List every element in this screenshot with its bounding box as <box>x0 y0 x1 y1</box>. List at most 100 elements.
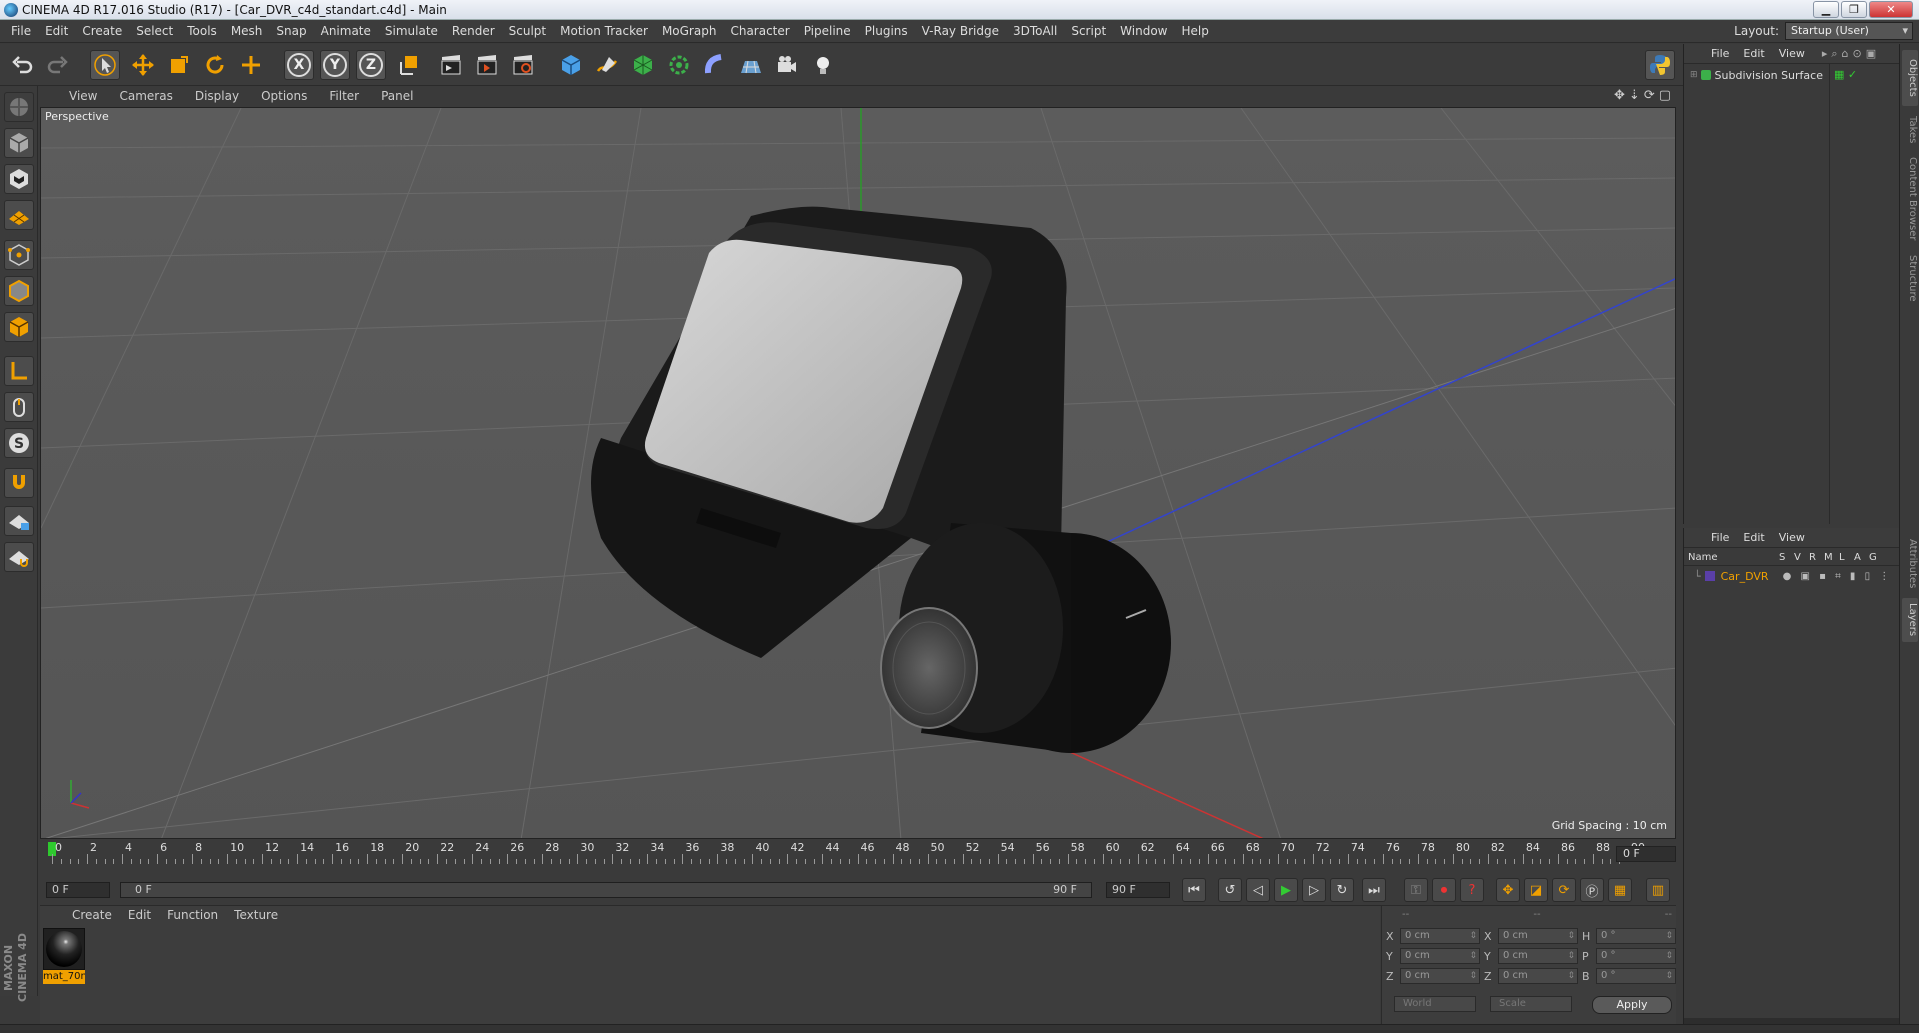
model-mode-button[interactable] <box>4 128 34 158</box>
cube-object-button[interactable] <box>556 50 586 80</box>
close-button[interactable]: ✕ <box>1869 1 1913 18</box>
tab-content-browser[interactable]: Content Browser <box>1902 154 1918 244</box>
material-thumbnail[interactable] <box>43 928 85 970</box>
tab-attributes[interactable]: Attributes <box>1902 534 1918 594</box>
enable-axis-button[interactable] <box>4 356 34 386</box>
object-name[interactable]: Subdivision Surface <box>1715 69 1823 82</box>
python-button[interactable] <box>1645 50 1675 80</box>
light-object-button[interactable] <box>808 50 838 80</box>
texture-mode-button[interactable] <box>4 164 34 194</box>
points-mode-button[interactable] <box>4 240 34 270</box>
layer-row-car-dvr[interactable]: └ Car_DVR ● ▣ ▪ ⌗ ▮ ▯ ⋮ <box>1684 568 1900 584</box>
menu-tools[interactable]: Tools <box>180 20 224 43</box>
subdivision-surface-button[interactable] <box>628 50 658 80</box>
size-mode-dropdown[interactable]: Scale <box>1490 996 1572 1012</box>
go-to-start-button[interactable]: ⏮ <box>1182 878 1206 902</box>
viewport-menu-view[interactable]: View <box>58 89 108 103</box>
menu-snap[interactable]: Snap <box>269 20 313 43</box>
size-y-field[interactable]: 0 cm <box>1498 948 1578 964</box>
next-frame-button[interactable]: ▷ <box>1302 878 1326 902</box>
menu-mograph[interactable]: MoGraph <box>655 20 724 43</box>
previous-key-button[interactable]: ↺ <box>1218 878 1242 902</box>
viewport-navigation-icons[interactable]: ✥⇣⟳▢ <box>1614 88 1675 103</box>
floor-object-button[interactable] <box>736 50 766 80</box>
play-button[interactable]: ▶ <box>1274 878 1298 902</box>
preview-range-slider[interactable]: 0 F 90 F <box>120 882 1092 898</box>
current-frame-field[interactable]: 0 F <box>1616 846 1676 862</box>
menu-pipeline[interactable]: Pipeline <box>797 20 858 43</box>
spline-pen-button[interactable] <box>592 50 622 80</box>
key-pla-button[interactable]: ▦ <box>1608 878 1632 902</box>
workplane-mode-button[interactable] <box>4 200 34 230</box>
render-view-button[interactable] <box>436 50 466 80</box>
x-axis-lock-button[interactable]: X <box>284 50 314 80</box>
keyframe-selection-button[interactable]: ? <box>1460 878 1484 902</box>
record-keys-button[interactable]: ⚿ <box>1404 878 1428 902</box>
size-z-field[interactable]: 0 cm <box>1498 968 1578 984</box>
viewport-menu-filter[interactable]: Filter <box>318 89 370 103</box>
timeline[interactable]: 0 2 4 6 8 10 12 14 16 18 20 22 24 26 28 30 32 34 36 38 40 42 4… <box>40 840 1676 874</box>
menu-render[interactable]: Render <box>445 20 502 43</box>
material-menu-function[interactable]: Function <box>159 908 226 922</box>
layers-menu-view[interactable]: View <box>1772 531 1812 544</box>
workplane-snap-button[interactable] <box>4 542 34 572</box>
material-name-label[interactable]: mat_70n <box>43 970 85 984</box>
snapping-button[interactable]: S <box>4 428 34 458</box>
magnet-button[interactable] <box>4 468 34 498</box>
viewport-menu-cameras[interactable]: Cameras <box>108 89 183 103</box>
key-parameter-button[interactable]: Ⓟ <box>1580 878 1604 902</box>
tab-structure[interactable]: Structure <box>1902 248 1918 308</box>
menu-help[interactable]: Help <box>1174 20 1215 43</box>
move-tool-button[interactable] <box>128 50 158 80</box>
menu-character[interactable]: Character <box>723 20 796 43</box>
material-menu-edit[interactable]: Edit <box>120 908 159 922</box>
menu-simulate[interactable]: Simulate <box>378 20 445 43</box>
menu-vray-bridge[interactable]: V-Ray Bridge <box>915 20 1006 43</box>
object-row-subdivision[interactable]: ⊞ Subdivision Surface <box>1684 66 1829 84</box>
make-editable-button[interactable] <box>4 92 34 122</box>
rot-p-field[interactable]: 0 ° <box>1596 948 1676 964</box>
previous-frame-button[interactable]: ◁ <box>1246 878 1270 902</box>
maximize-button[interactable]: ❐ <box>1841 1 1867 18</box>
start-frame-field[interactable]: 0 F <box>46 882 110 898</box>
apply-button[interactable]: Apply <box>1592 996 1672 1014</box>
tweak-mode-button[interactable] <box>4 392 34 422</box>
coordinate-system-button[interactable] <box>394 50 424 80</box>
next-key-button[interactable]: ↻ <box>1330 878 1354 902</box>
key-scale-button[interactable]: ◪ <box>1524 878 1548 902</box>
autokeying-button[interactable]: ⏺ <box>1432 878 1456 902</box>
render-to-picture-viewer-button[interactable] <box>472 50 502 80</box>
z-axis-lock-button[interactable]: Z <box>356 50 386 80</box>
visibility-check-icon[interactable]: ▦ ✓ <box>1834 68 1857 81</box>
viewport-menu-panel[interactable]: Panel <box>370 89 424 103</box>
perspective-viewport[interactable]: Perspective Grid Spacing : 10 cm <box>40 107 1676 839</box>
objects-menu-file[interactable]: File <box>1704 47 1736 60</box>
rot-b-field[interactable]: 0 ° <box>1596 968 1676 984</box>
pos-x-field[interactable]: 0 cm <box>1400 928 1480 944</box>
layers-menu-file[interactable]: File <box>1704 531 1736 544</box>
tab-layers[interactable]: Layers <box>1902 598 1918 642</box>
menu-select[interactable]: Select <box>129 20 180 43</box>
tab-takes[interactable]: Takes <box>1902 110 1918 150</box>
rotate-tool-button[interactable] <box>200 50 230 80</box>
objects-menu-view[interactable]: View <box>1772 47 1812 60</box>
undo-button[interactable] <box>8 50 38 80</box>
material-menu-create[interactable]: Create <box>64 908 120 922</box>
layer-name[interactable]: Car_DVR <box>1721 570 1783 583</box>
viewport-menu-display[interactable]: Display <box>184 89 250 103</box>
deformer-button[interactable] <box>700 50 730 80</box>
menu-3dtoall[interactable]: 3DToAll <box>1006 20 1064 43</box>
end-frame-field[interactable]: 90 F <box>1106 882 1170 898</box>
object-manager-toolbar-icons[interactable]: ▸⌕⌂⊙▣ <box>1822 47 1880 61</box>
objects-menu-edit[interactable]: Edit <box>1736 47 1771 60</box>
timeline-ruler[interactable]: 0 2 4 6 8 10 12 14 16 18 20 22 24 26 28 30 32 34 36 38 40 42 4… <box>48 840 1645 866</box>
menu-sculpt[interactable]: Sculpt <box>502 20 553 43</box>
rot-h-field[interactable]: 0 ° <box>1596 928 1676 944</box>
recent-tool-button[interactable] <box>236 50 266 80</box>
pos-z-field[interactable]: 0 cm <box>1400 968 1480 984</box>
minimize-button[interactable]: ▁ <box>1813 1 1839 18</box>
polygons-mode-button[interactable] <box>4 312 34 342</box>
layout-dropdown[interactable]: Startup (User) <box>1785 22 1913 40</box>
key-rotation-button[interactable]: ⟳ <box>1552 878 1576 902</box>
menu-plugins[interactable]: Plugins <box>858 20 915 43</box>
